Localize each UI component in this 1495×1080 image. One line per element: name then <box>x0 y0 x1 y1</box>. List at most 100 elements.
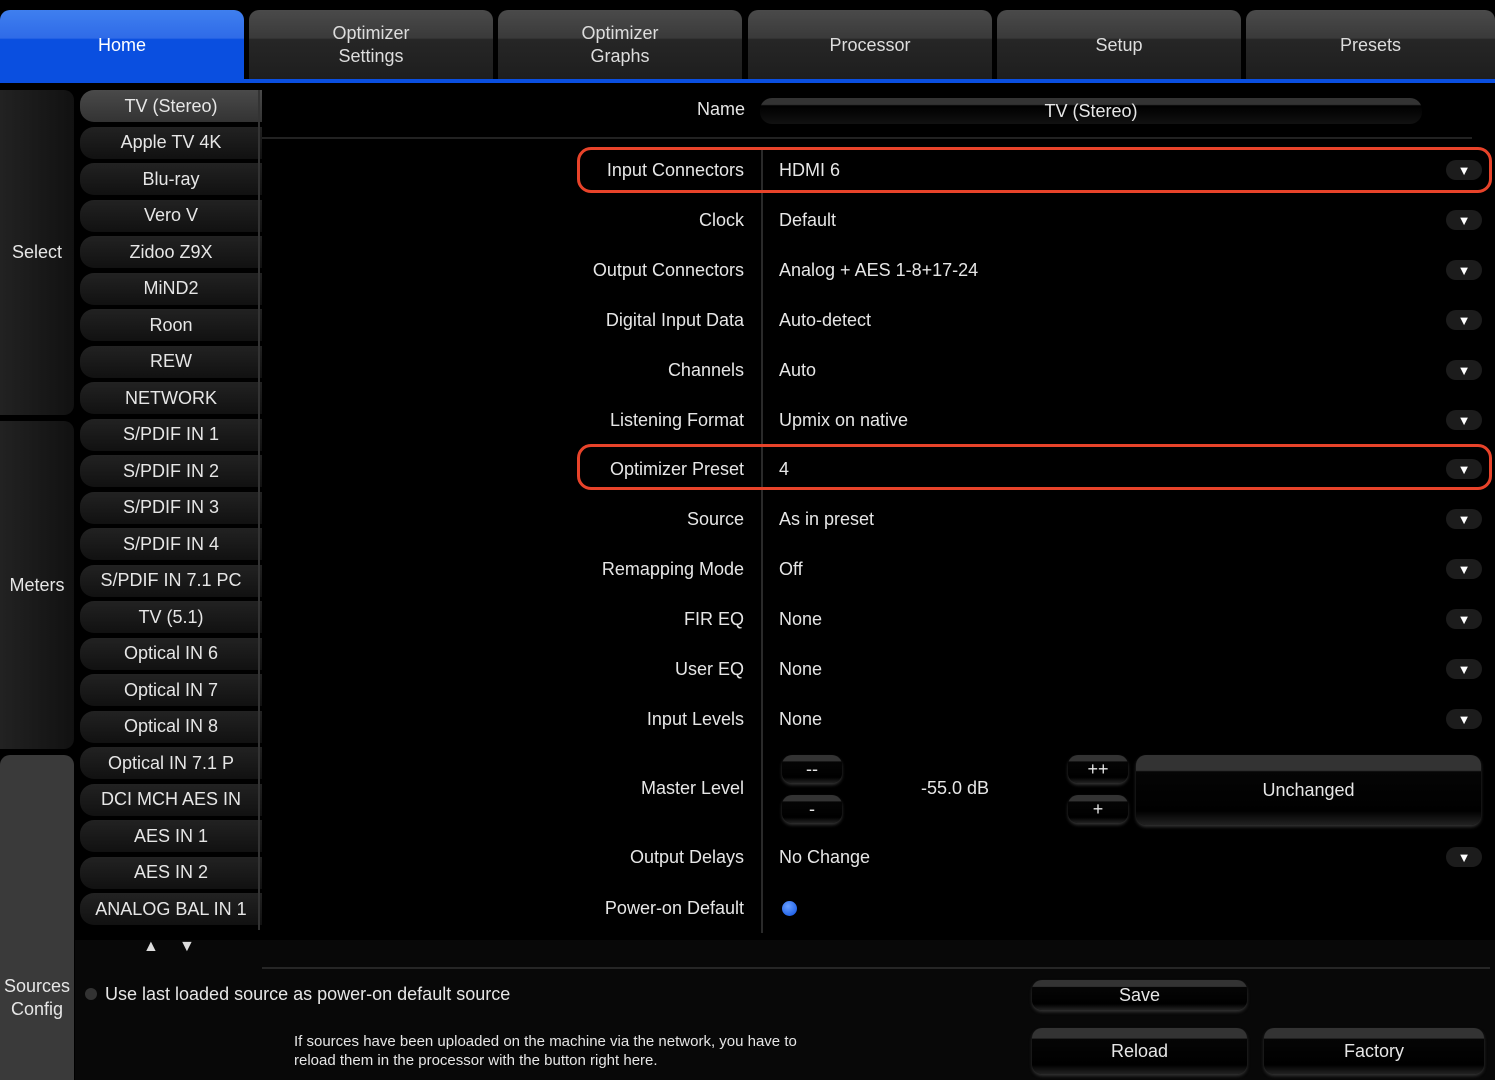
sidebar-meters-label: Meters <box>9 574 65 595</box>
setting-value[interactable]: Auto-detect <box>779 298 871 342</box>
setting-value[interactable]: None <box>779 597 822 641</box>
setting-value[interactable]: Default <box>779 198 836 242</box>
name-label: Name <box>696 99 745 119</box>
source-item[interactable]: DCI MCH AES IN <box>80 783 262 816</box>
reload-note-line1: If sources have been uploaded on the mac… <box>294 1033 797 1050</box>
source-item[interactable]: Vero V <box>80 199 262 232</box>
scroll-up-icon[interactable]: ▲ <box>143 938 159 956</box>
setting-row: Input Levels None ▼ <box>262 697 1492 741</box>
source-item[interactable]: TV (5.1) <box>80 601 262 633</box>
name-input[interactable]: TV (Stereo) <box>760 98 1422 124</box>
source-item[interactable]: Optical IN 7 <box>80 674 262 706</box>
tab-home[interactable]: Home <box>0 10 244 80</box>
setting-value[interactable]: As in preset <box>779 497 874 541</box>
source-item[interactable]: S/PDIF IN 3 <box>80 491 262 524</box>
source-item[interactable]: S/PDIF IN 7.1 PC <box>80 564 262 597</box>
setting-row: Input Connectors HDMI 6 ▼ <box>262 148 1492 192</box>
power-on-source-label: Use last loaded source as power-on defau… <box>105 984 511 1004</box>
chevron-down-icon[interactable]: ▼ <box>1446 310 1482 330</box>
source-item[interactable]: MiND2 <box>80 272 262 305</box>
source-item[interactable]: Optical IN 8 <box>80 710 262 743</box>
tab-optimizer-graphs[interactable]: Optimizer Graphs <box>498 10 742 80</box>
master-level-label: Master Level <box>640 778 744 798</box>
tab-presets[interactable]: Presets <box>1246 10 1495 80</box>
chevron-down-icon[interactable]: ▼ <box>1446 410 1482 430</box>
save-button[interactable]: Save <box>1032 980 1247 1010</box>
source-item[interactable]: ANALOG BAL IN 1 <box>80 893 262 925</box>
source-item[interactable]: NETWORK <box>80 382 262 414</box>
setting-value[interactable]: Upmix on native <box>779 398 908 442</box>
setting-label: User EQ <box>674 659 744 679</box>
source-item[interactable]: REW <box>80 345 262 378</box>
chevron-down-icon[interactable]: ▼ <box>1446 509 1482 529</box>
factory-button[interactable]: Factory <box>1264 1028 1484 1074</box>
output-delays-row: Output Delays No Change ▼ <box>262 835 1492 879</box>
chevron-down-icon[interactable]: ▼ <box>1446 459 1482 479</box>
setting-value[interactable]: 4 <box>779 447 789 491</box>
setting-label: Input Levels <box>646 709 744 729</box>
reload-button[interactable]: Reload <box>1032 1028 1247 1074</box>
source-item[interactable]: Apple TV 4K <box>80 126 262 159</box>
power-on-default-radio[interactable] <box>782 901 797 916</box>
setting-row: Clock Default ▼ <box>262 198 1492 242</box>
sidebar-sources-config[interactable]: Sources Config <box>0 755 74 1080</box>
sidebar-select-label: Select <box>11 242 63 262</box>
chevron-down-icon[interactable]: ▼ <box>1446 360 1482 380</box>
setting-row: Optimizer Preset 4 ▼ <box>262 447 1492 491</box>
power-on-source-checkbox[interactable] <box>85 988 97 1000</box>
chevron-down-icon[interactable]: ▼ <box>1446 160 1482 180</box>
source-item[interactable]: Optical IN 6 <box>80 637 262 670</box>
setting-label: Optimizer Preset <box>609 459 744 479</box>
source-item[interactable]: S/PDIF IN 4 <box>80 528 262 560</box>
chevron-down-icon[interactable]: ▼ <box>1446 210 1482 230</box>
volume-up-button[interactable]: + <box>1068 795 1128 823</box>
scroll-down-icon[interactable]: ▼ <box>179 938 195 956</box>
volume-down-button[interactable]: - <box>782 795 842 823</box>
power-on-default-label: Power-on Default <box>604 898 744 918</box>
setting-value[interactable]: Auto <box>779 348 816 392</box>
tab-setup[interactable]: Setup <box>997 10 1241 80</box>
chevron-down-icon[interactable]: ▼ <box>1446 709 1482 729</box>
source-list: TV (Stereo) Apple TV 4K Blu-ray Vero V Zidoo… <box>80 90 262 930</box>
setting-value[interactable]: None <box>779 647 822 691</box>
setting-row: Remapping Mode Off ▼ <box>262 547 1492 591</box>
setting-value[interactable]: Off <box>779 547 803 591</box>
sidebar-meters[interactable]: Meters <box>0 421 74 749</box>
setting-label: Digital Input Data <box>605 310 744 330</box>
sidebar-select[interactable]: Select <box>0 90 74 415</box>
chevron-down-icon[interactable]: ▼ <box>1446 659 1482 679</box>
setting-row: Source As in preset ▼ <box>262 497 1492 541</box>
master-level-mode-button[interactable]: Unchanged <box>1136 755 1481 825</box>
source-item[interactable]: TV (Stereo) <box>80 90 262 122</box>
source-item[interactable]: S/PDIF IN 1 <box>80 418 262 451</box>
setting-value[interactable]: Analog + AES 1-8+17-24 <box>779 248 978 292</box>
tab-processor[interactable]: Processor <box>748 10 992 80</box>
source-item[interactable]: AES IN 1 <box>80 820 262 852</box>
master-level-value: -55.0 dB <box>920 778 990 798</box>
output-delays-value[interactable]: No Change <box>779 835 870 879</box>
source-item[interactable]: S/PDIF IN 2 <box>80 455 262 487</box>
setting-row: Listening Format Upmix on native ▼ <box>262 398 1492 442</box>
source-item[interactable]: Roon <box>80 309 262 341</box>
setting-label: Input Connectors <box>606 160 744 180</box>
chevron-down-icon[interactable]: ▼ <box>1446 609 1482 629</box>
source-item[interactable]: AES IN 2 <box>80 856 262 889</box>
tab-optimizer-settings[interactable]: Optimizer Settings <box>249 10 493 80</box>
tab-underline <box>0 79 1495 83</box>
divider <box>262 967 1490 969</box>
source-item[interactable]: Blu-ray <box>80 163 262 195</box>
chevron-down-icon[interactable]: ▼ <box>1446 260 1482 280</box>
setting-value[interactable]: HDMI 6 <box>779 148 840 192</box>
chevron-down-icon[interactable]: ▼ <box>1446 559 1482 579</box>
tab-bar: Home Optimizer Settings Optimizer Graphs… <box>0 10 1495 80</box>
source-item[interactable]: Zidoo Z9X <box>80 236 262 268</box>
volume-down-big-button[interactable]: -- <box>782 755 842 783</box>
source-item[interactable]: Optical IN 7.1 P <box>80 747 262 779</box>
volume-up-big-button[interactable]: ++ <box>1068 755 1128 783</box>
reload-note-line2: reload them in the processor with the bu… <box>294 1052 658 1069</box>
chevron-down-icon[interactable]: ▼ <box>1446 847 1482 867</box>
source-list-scrollbar[interactable] <box>258 90 260 930</box>
setting-label: FIR EQ <box>683 609 744 629</box>
setting-value[interactable]: None <box>779 697 822 741</box>
divider <box>262 137 1472 139</box>
